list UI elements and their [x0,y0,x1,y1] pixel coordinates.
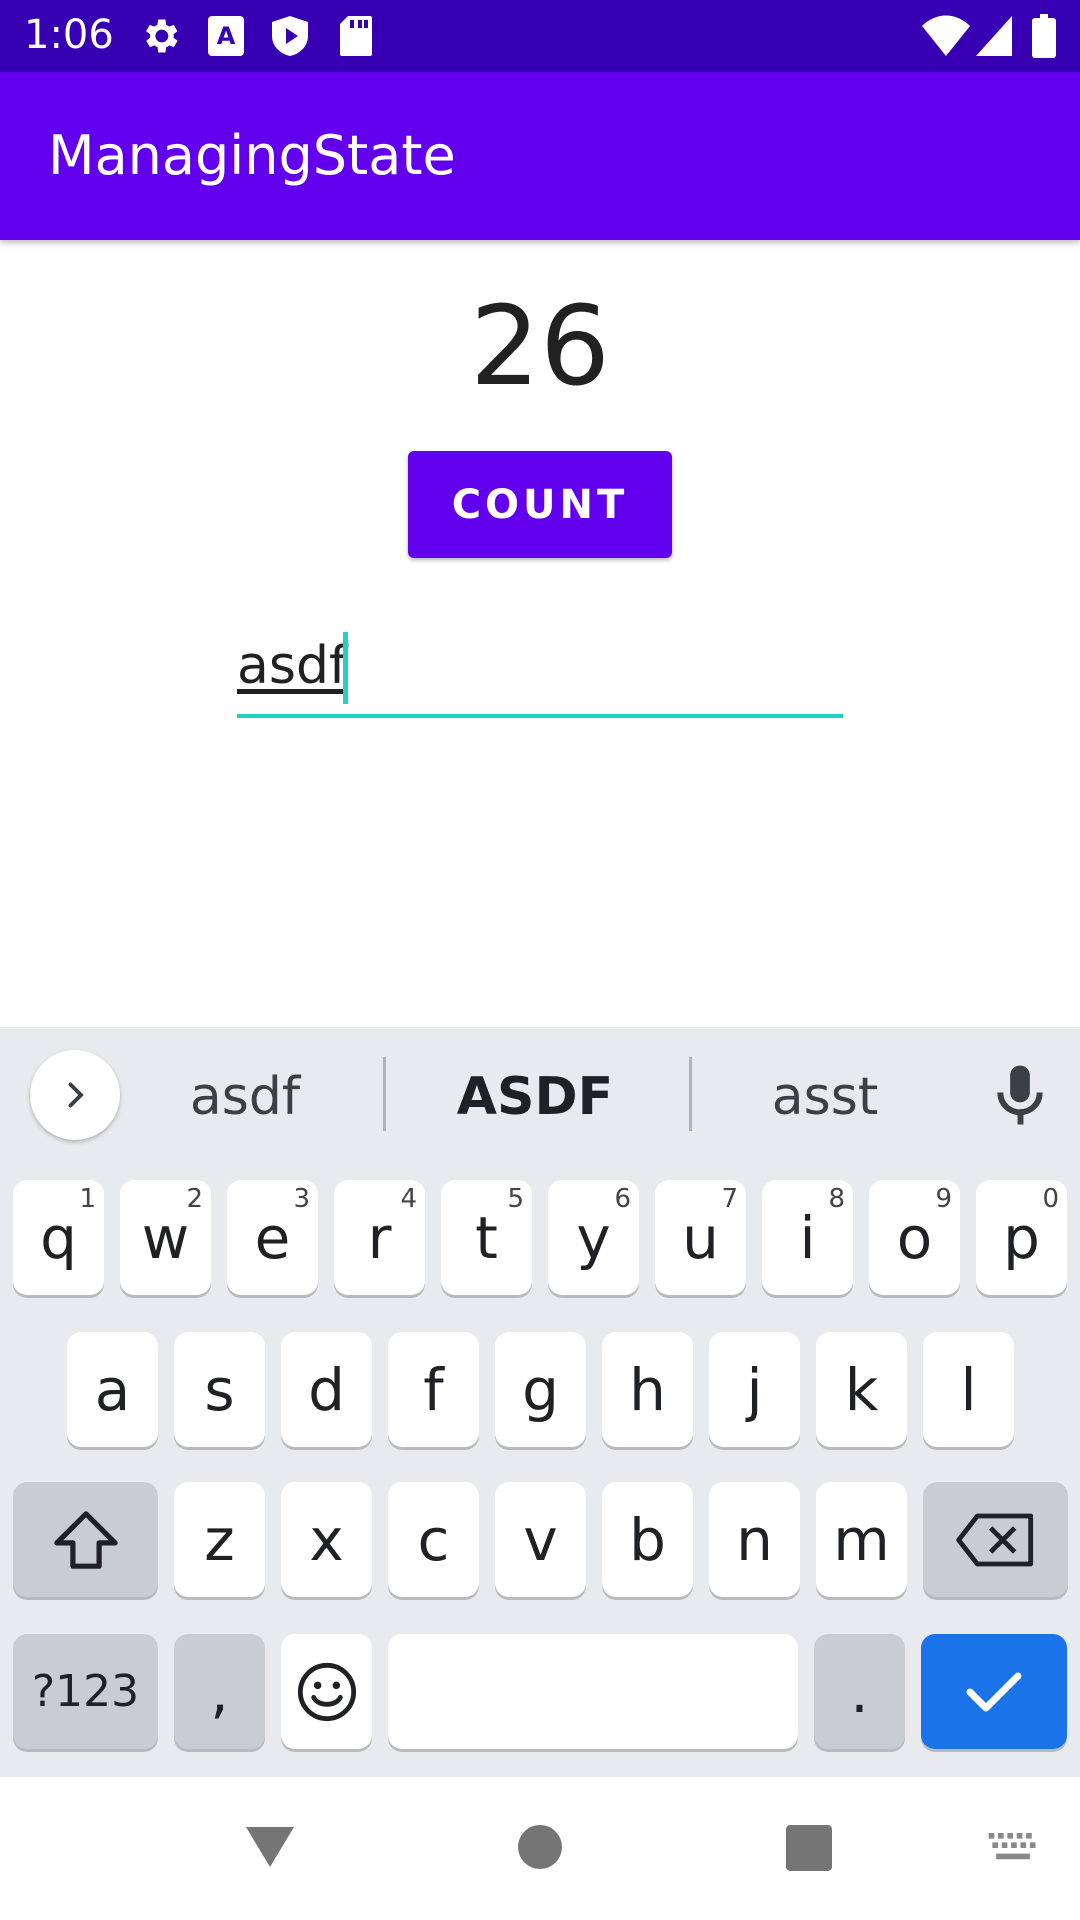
emoji-key[interactable] [281,1634,372,1749]
sd-card-icon [340,16,372,56]
key-u[interactable]: u7 [655,1180,746,1295]
count-button[interactable]: COUNT [408,451,672,558]
status-bar: 1:06 A [0,0,1080,72]
font-a-icon: A [208,16,244,56]
settings-icon [146,19,178,53]
key-a[interactable]: a [67,1332,158,1447]
key-y[interactable]: y6 [548,1180,639,1295]
key-v[interactable]: v [495,1482,586,1597]
key-o[interactable]: o9 [869,1180,960,1295]
symbols-key[interactable]: ?123 [13,1634,158,1749]
suggestion-1[interactable]: asdf [150,1067,340,1127]
battery-icon [1032,14,1056,58]
shift-arrow-icon [53,1510,118,1569]
chevron-right-icon [68,1082,84,1108]
key-z[interactable]: z [174,1482,265,1597]
key-q[interactable]: q1 [13,1180,104,1295]
app-title: ManagingState [48,124,456,187]
backspace-key[interactable] [923,1482,1068,1597]
recents-icon[interactable] [786,1825,832,1871]
key-p[interactable]: p0 [976,1180,1067,1295]
key-f[interactable]: f [388,1332,479,1447]
key-n[interactable]: n [709,1482,800,1597]
suggestion-2[interactable]: ASDF [430,1067,640,1127]
home-icon[interactable] [518,1825,562,1869]
key-x[interactable]: x [281,1482,372,1597]
key-r[interactable]: r4 [334,1180,425,1295]
key-s[interactable]: s [174,1332,265,1447]
keyboard-switch-icon[interactable] [988,1833,1038,1863]
soft-keyboard: asdf ASDF asst q1 w2 e3 r4 t5 y6 u7 i8 o… [0,1027,1080,1777]
backspace-icon [955,1513,1033,1566]
microphone-icon[interactable] [990,1063,1050,1127]
svg-text:A: A [217,22,236,50]
key-h[interactable]: h [602,1332,693,1447]
signal-icon [976,16,1012,56]
counter-value: 26 [470,282,610,410]
checkmark-icon [966,1672,1022,1711]
key-d[interactable]: d [281,1332,372,1447]
back-icon[interactable] [244,1823,296,1871]
comma-key[interactable]: , [174,1634,265,1749]
key-l[interactable]: l [923,1332,1014,1447]
text-cursor [343,632,348,704]
key-c[interactable]: c [388,1482,479,1597]
key-t[interactable]: t5 [441,1180,532,1295]
play-shield-icon [272,16,308,56]
suggestion-divider [383,1057,386,1131]
shift-key[interactable] [13,1482,158,1597]
emoji-icon [297,1662,356,1721]
key-e[interactable]: e3 [227,1180,318,1295]
space-key[interactable] [388,1634,798,1749]
suggestion-3[interactable]: asst [730,1067,920,1127]
app-bar: ManagingState [0,72,1080,240]
key-w[interactable]: w2 [120,1180,211,1295]
wifi-icon [922,15,970,56]
navigation-bar [0,1777,1080,1920]
expand-toolbar-button[interactable] [30,1050,120,1140]
period-key[interactable]: . [814,1634,905,1749]
key-b[interactable]: b [602,1482,693,1597]
key-g[interactable]: g [495,1332,586,1447]
suggestion-bar: asdf ASDF asst [0,1027,1080,1167]
key-j[interactable]: j [709,1332,800,1447]
text-input-value: asdf [237,636,348,696]
text-input-field[interactable]: asdf [237,630,843,718]
status-time: 1:06 [24,12,114,58]
enter-done-key[interactable] [921,1634,1067,1749]
suggestion-divider [689,1057,692,1131]
key-m[interactable]: m [816,1482,907,1597]
key-i[interactable]: i8 [762,1180,853,1295]
key-k[interactable]: k [816,1332,907,1447]
